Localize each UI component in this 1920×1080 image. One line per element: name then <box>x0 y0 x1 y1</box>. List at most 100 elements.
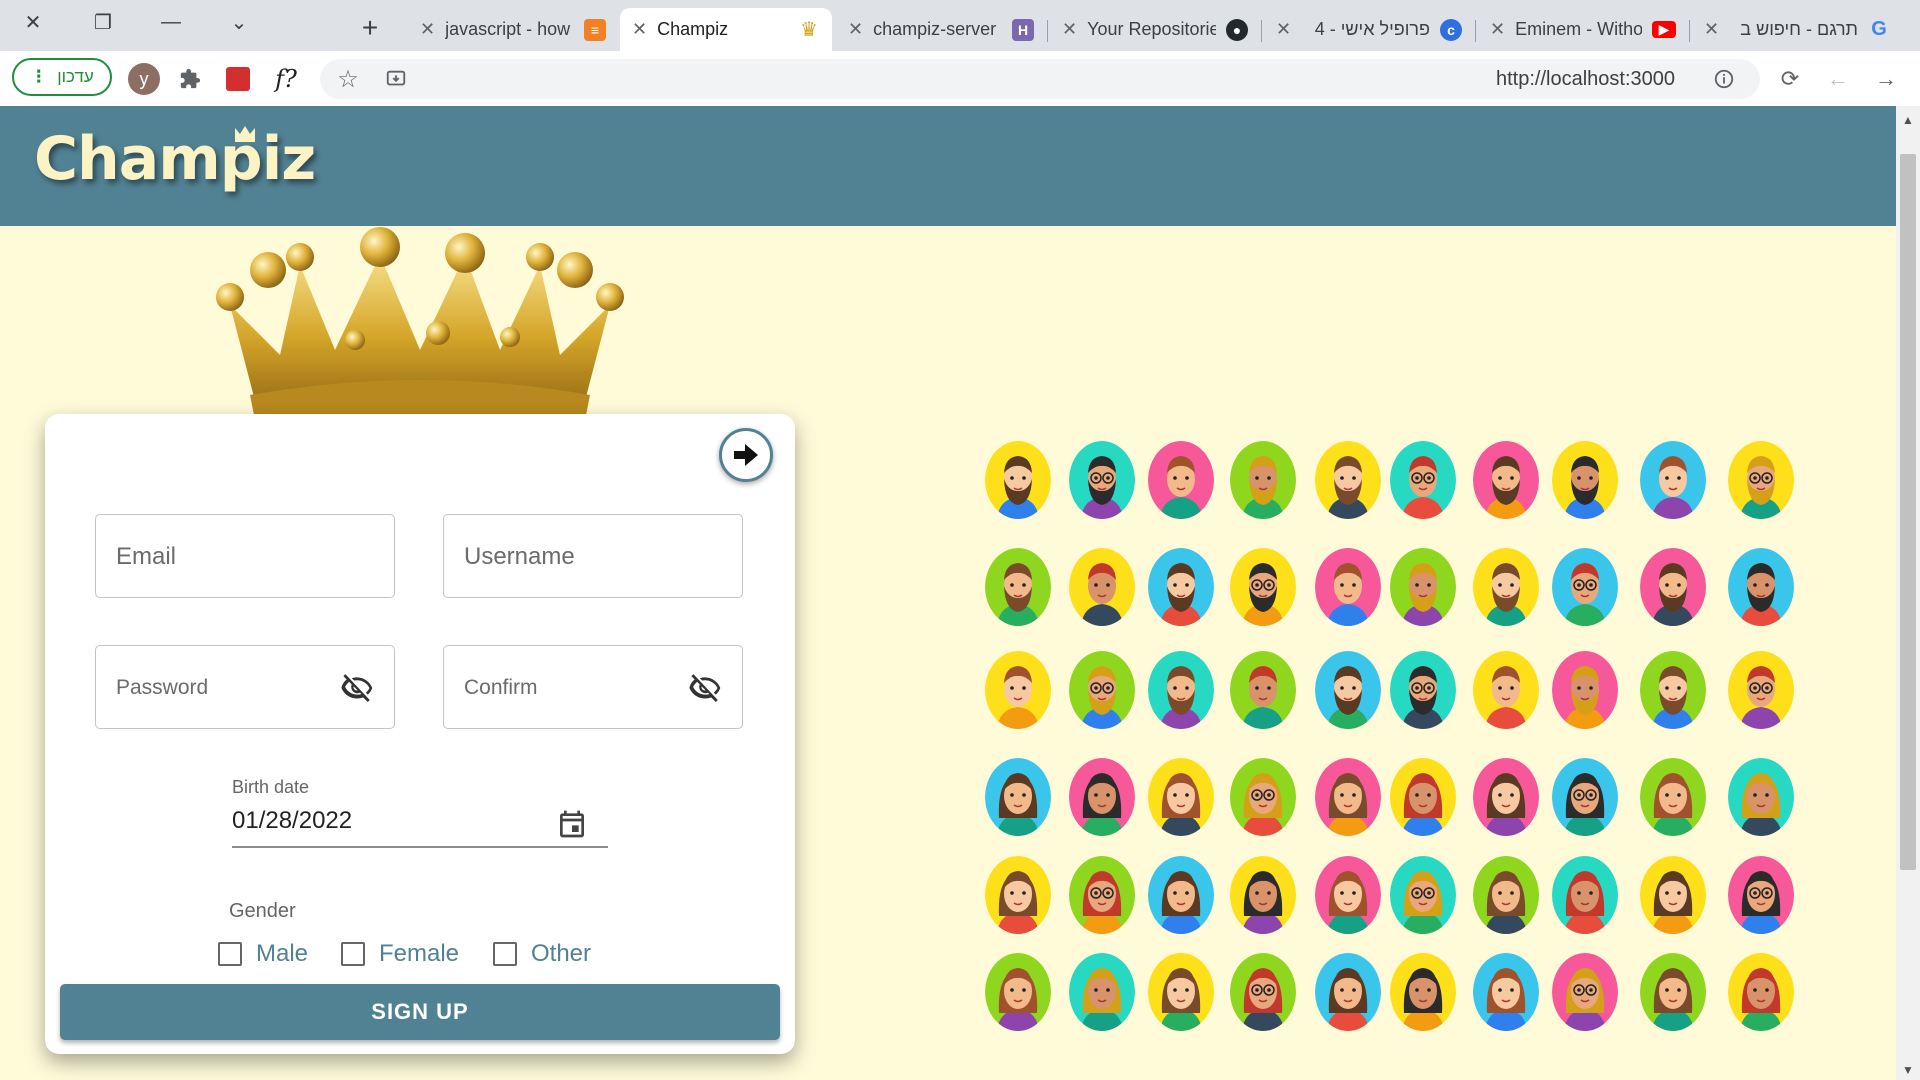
avatar-option[interactable] <box>985 758 1051 836</box>
app-logo[interactable]: Champiz <box>34 124 316 194</box>
avatar-option[interactable] <box>1390 953 1456 1031</box>
avatar-option[interactable] <box>1390 758 1456 836</box>
avatar-option[interactable] <box>1148 441 1214 519</box>
tab-close-icon[interactable]: ✕ <box>1276 19 1291 40</box>
tab-profile[interactable]: ✕ פרופיל אישי - 4 c <box>1264 8 1474 51</box>
minimize-window-icon[interactable]: — <box>142 0 200 44</box>
switch-to-login-button[interactable] <box>719 428 773 482</box>
birth-date-input[interactable]: 01/28/2022 <box>232 807 352 835</box>
male-label[interactable]: Male <box>256 940 308 968</box>
avatar-option[interactable] <box>1069 758 1135 836</box>
visibility-off-icon[interactable] <box>340 671 374 705</box>
avatar-option[interactable] <box>1069 856 1135 934</box>
avatar-option[interactable] <box>985 856 1051 934</box>
avatar-option[interactable] <box>1390 856 1456 934</box>
tab-close-icon[interactable]: ✕ <box>420 19 435 40</box>
gender-option-other[interactable]: Other <box>493 938 591 970</box>
avatar-option[interactable] <box>1640 856 1706 934</box>
username-field[interactable]: Username <box>443 514 743 598</box>
avatar-option[interactable] <box>1473 548 1539 626</box>
avatar-option[interactable] <box>1640 548 1706 626</box>
avatar-option[interactable] <box>1473 953 1539 1031</box>
tab-champiz-server[interactable]: ✕ champiz-server H <box>836 8 1046 51</box>
url-text[interactable]: http://localhost:3000 <box>1496 59 1675 99</box>
avatar-option[interactable] <box>1552 548 1618 626</box>
avatar-option[interactable] <box>1728 758 1794 836</box>
site-info-icon[interactable] <box>1708 63 1740 95</box>
avatar-option[interactable] <box>1552 953 1618 1031</box>
visibility-off-icon[interactable] <box>688 671 722 705</box>
back-arrow-icon[interactable]: ← <box>1822 63 1854 95</box>
password-field[interactable]: Password <box>95 645 395 729</box>
avatar-option[interactable] <box>1552 441 1618 519</box>
avatar-option[interactable] <box>1069 651 1135 729</box>
avatar-option[interactable] <box>1148 548 1214 626</box>
avatar-option[interactable] <box>1390 548 1456 626</box>
avatar-option[interactable] <box>1069 441 1135 519</box>
scroll-thumb[interactable] <box>1900 154 1916 870</box>
scroll-up-icon[interactable]: ▲ <box>1896 110 1920 130</box>
avatar-option[interactable] <box>1640 758 1706 836</box>
address-bar[interactable]: ☆ http://localhost:3000 <box>320 59 1760 99</box>
bookmark-star-icon[interactable]: ☆ <box>332 63 364 95</box>
new-tab-button[interactable]: + <box>350 10 390 46</box>
avatar-option[interactable] <box>1728 856 1794 934</box>
avatar-option[interactable] <box>1552 758 1618 836</box>
avatar-option[interactable] <box>1148 651 1214 729</box>
tab-google[interactable]: ✕ תרגם - חיפוש ב G <box>1692 8 1902 51</box>
page-scrollbar[interactable]: ▲ ▼ <box>1896 106 1920 1080</box>
avatar-option[interactable] <box>1148 758 1214 836</box>
confirm-password-field[interactable]: Confirm <box>443 645 743 729</box>
extensions-icon[interactable] <box>174 63 206 95</box>
gender-option-female[interactable]: Female <box>341 938 459 970</box>
avatar-option[interactable] <box>1473 441 1539 519</box>
avatar-option[interactable] <box>1728 548 1794 626</box>
tab-champiz[interactable]: ✕ Champiz ♛ <box>620 8 832 51</box>
restore-window-icon[interactable]: ❐ <box>74 0 132 44</box>
tab-close-icon[interactable]: ✕ <box>1490 19 1505 40</box>
tab-close-icon[interactable]: ✕ <box>1062 19 1077 40</box>
avatar-option[interactable] <box>1069 548 1135 626</box>
avatar-option[interactable] <box>1640 651 1706 729</box>
avatar-option[interactable] <box>1230 758 1296 836</box>
avatar-option[interactable] <box>1148 856 1214 934</box>
avatar-option[interactable] <box>1728 953 1794 1031</box>
female-checkbox[interactable] <box>341 942 365 966</box>
avatar-option[interactable] <box>1728 651 1794 729</box>
tab-github[interactable]: ✕ Your Repositories ● <box>1050 8 1260 51</box>
avatar-option[interactable] <box>1315 856 1381 934</box>
calendar-icon[interactable] <box>556 807 588 841</box>
profile-avatar[interactable]: y <box>128 63 160 95</box>
avatar-option[interactable] <box>1315 953 1381 1031</box>
avatar-option[interactable] <box>1230 651 1296 729</box>
close-window-icon[interactable]: ✕ <box>4 0 62 44</box>
avatar-option[interactable] <box>1148 953 1214 1031</box>
avatar-option[interactable] <box>1230 548 1296 626</box>
avatar-option[interactable] <box>1640 953 1706 1031</box>
male-checkbox[interactable] <box>218 942 242 966</box>
avatar-option[interactable] <box>1728 441 1794 519</box>
other-label[interactable]: Other <box>531 940 591 968</box>
gender-option-male[interactable]: Male <box>218 938 308 970</box>
female-label[interactable]: Female <box>379 940 459 968</box>
update-button[interactable]: ⋮ עדכון <box>12 58 112 96</box>
tab-close-icon[interactable]: ✕ <box>1704 19 1719 40</box>
avatar-option[interactable] <box>1473 758 1539 836</box>
email-field[interactable]: Email <box>95 514 395 598</box>
avatar-option[interactable] <box>1230 441 1296 519</box>
avatar-option[interactable] <box>1069 953 1135 1031</box>
avatar-option[interactable] <box>1230 856 1296 934</box>
avatar-option[interactable] <box>1473 856 1539 934</box>
avatar-option[interactable] <box>1473 651 1539 729</box>
avatar-option[interactable] <box>985 548 1051 626</box>
avatar-option[interactable] <box>1315 441 1381 519</box>
formula-extension-icon[interactable]: f? <box>270 63 302 95</box>
tab-youtube[interactable]: ✕ Eminem - Without ▶ <box>1478 8 1688 51</box>
extension-app-icon[interactable] <box>222 63 254 95</box>
avatar-option[interactable] <box>1552 856 1618 934</box>
tab-close-icon[interactable]: ✕ <box>632 19 647 40</box>
scroll-down-icon[interactable]: ▼ <box>1896 1060 1920 1080</box>
avatar-option[interactable] <box>1315 758 1381 836</box>
signup-button[interactable]: SIGN UP <box>60 984 780 1040</box>
other-checkbox[interactable] <box>493 942 517 966</box>
